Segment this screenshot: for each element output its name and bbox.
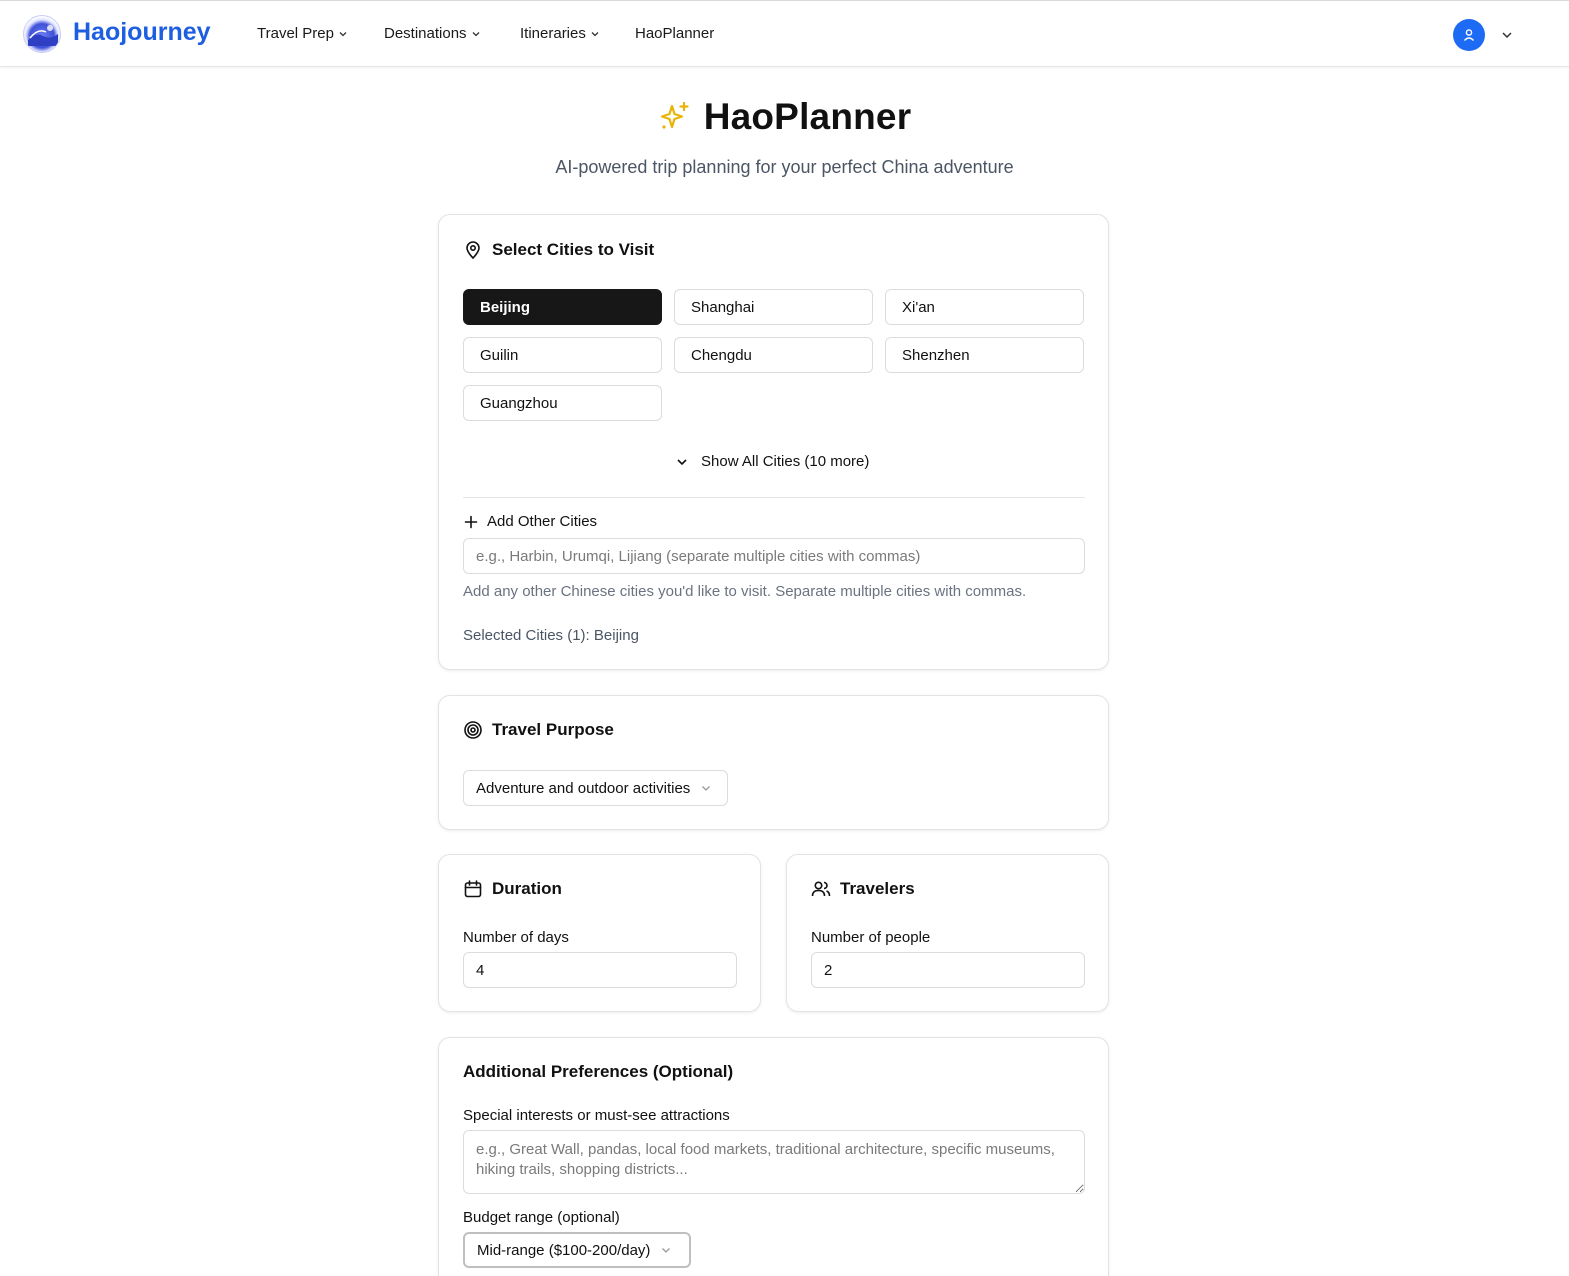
duration-card: Duration Number of days [438, 854, 761, 1012]
duration-title: Duration [492, 879, 562, 898]
interests-textarea[interactable] [463, 1130, 1085, 1194]
user-menu-chevron-icon[interactable] [1500, 28, 1514, 42]
chevron-down-icon [662, 1248, 671, 1253]
calendar-icon [464, 880, 482, 898]
brand-logo[interactable] [23, 15, 61, 53]
preferences-header: Additional Preferences (Optional) [463, 1062, 733, 1082]
travel-purpose-select[interactable]: Adventure and outdoor activities [463, 770, 728, 806]
travel-purpose-value: Adventure and outdoor activities [476, 779, 691, 797]
divider [463, 497, 1085, 498]
add-other-cities-text: Add Other Cities [487, 513, 598, 530]
city-option-guangzhou[interactable]: Guangzhou [463, 385, 662, 421]
nav-haoplanner-label: HaoPlanner [635, 25, 715, 42]
travel-purpose-title: Travel Purpose [492, 720, 614, 739]
nav-travel-prep[interactable]: Travel Prep [257, 25, 348, 42]
number-of-days-input[interactable] [463, 952, 737, 988]
show-all-cities-button[interactable]: Show All Cities (10 more) [675, 453, 869, 470]
page-header: HaoPlanner [0, 96, 1569, 138]
budget-label: Budget range (optional) [463, 1209, 620, 1226]
travel-purpose-card: Travel Purpose Adventure and outdoor act… [438, 695, 1109, 830]
top-navbar: Haojourney Travel Prep Destinations Itin… [0, 0, 1569, 67]
nav-destinations[interactable]: Destinations [384, 25, 481, 42]
plus-icon [464, 515, 478, 528]
city-option-shanghai[interactable]: Shanghai [674, 289, 873, 325]
sparkles-icon [660, 101, 689, 129]
cities-card-title: Select Cities to Visit [492, 240, 655, 259]
other-cities-input[interactable] [463, 538, 1085, 574]
city-option-beijing[interactable]: Beijing [463, 289, 662, 325]
user-icon [1463, 29, 1475, 41]
nav-destinations-label: Destinations [384, 25, 467, 42]
cities-card: Select Cities to Visit Beijing Shanghai … [438, 214, 1109, 670]
brand-name[interactable]: Haojourney [73, 18, 211, 47]
number-of-days-label: Number of days [463, 929, 569, 946]
travelers-header: Travelers [811, 879, 915, 899]
chevron-down-icon [591, 31, 599, 36]
city-option-chengdu[interactable]: Chengdu [674, 337, 873, 373]
chevron-down-icon [339, 31, 347, 36]
map-pin-icon [466, 241, 480, 260]
cities-card-header: Select Cities to Visit [463, 240, 654, 260]
city-option-xian[interactable]: Xi'an [885, 289, 1084, 325]
chevron-down-icon [677, 458, 687, 465]
nav-itineraries[interactable]: Itineraries [520, 25, 600, 42]
selected-cities-summary: Selected Cities (1): Beijing [463, 627, 639, 644]
preferences-card: Additional Preferences (Optional) Specia… [438, 1037, 1109, 1276]
add-other-cities-label: Add Other Cities [463, 513, 597, 530]
budget-select[interactable]: Mid-range ($100-200/day) [463, 1232, 691, 1268]
target-icon [464, 721, 482, 739]
nav-haoplanner[interactable]: HaoPlanner [635, 25, 714, 42]
page-title: HaoPlanner [703, 96, 912, 137]
travelers-title: Travelers [840, 879, 915, 898]
user-avatar[interactable] [1453, 19, 1485, 51]
number-of-people-label: Number of people [811, 929, 931, 946]
budget-value: Mid-range ($100-200/day) [477, 1241, 651, 1259]
chevron-down-icon [472, 31, 480, 36]
duration-header: Duration [463, 879, 562, 899]
nav-travel-prep-label: Travel Prep [257, 25, 334, 42]
city-option-guilin[interactable]: Guilin [463, 337, 662, 373]
city-option-shenzhen[interactable]: Shenzhen [885, 337, 1084, 373]
other-cities-hint: Add any other Chinese cities you'd like … [463, 583, 1027, 600]
travelers-card: Travelers Number of people [786, 854, 1109, 1012]
number-of-people-input[interactable] [811, 952, 1085, 988]
preferences-title: Additional Preferences (Optional) [463, 1062, 734, 1081]
interests-label: Special interests or must-see attraction… [463, 1107, 730, 1124]
travel-purpose-header: Travel Purpose [463, 720, 614, 740]
show-all-cities-label: Show All Cities (10 more) [701, 453, 870, 470]
page-subtitle: AI-powered trip planning for your perfec… [555, 157, 1014, 177]
nav-itineraries-label: Itineraries [520, 25, 586, 42]
chevron-down-icon [702, 786, 711, 791]
users-icon [811, 881, 831, 897]
